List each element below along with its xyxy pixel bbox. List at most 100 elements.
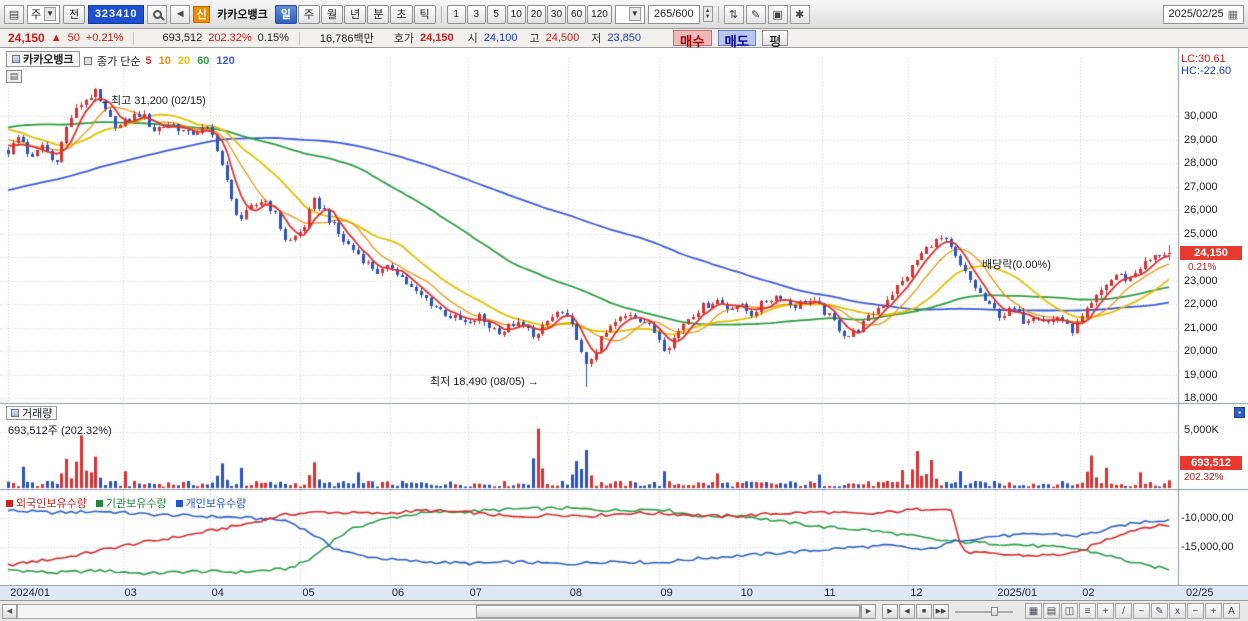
- interval-button-10[interactable]: 10: [506, 4, 526, 24]
- speaker-icon[interactable]: ◄: [170, 4, 191, 24]
- compare-tool-icon[interactable]: ◫: [1061, 603, 1078, 619]
- settings-icon[interactable]: ✱: [789, 4, 810, 24]
- layout-tool-icon[interactable]: ▤: [1043, 603, 1060, 619]
- zoom-slider-handle[interactable]: [991, 606, 998, 616]
- period-tab-초[interactable]: 초: [390, 4, 413, 24]
- chart-type-select[interactable]: ▼: [614, 4, 645, 24]
- save-icon[interactable]: ▣: [767, 4, 788, 24]
- time-axis-label: 2024/01: [10, 587, 50, 599]
- low-label: 저: [591, 33, 602, 45]
- price-axis-label: 25,000: [1184, 227, 1218, 240]
- end-button[interactable]: ▶▶: [933, 603, 949, 619]
- pane-settings-icon[interactable]: ▤: [6, 70, 22, 83]
- chart-stock-tab[interactable]: 카카오뱅크: [6, 51, 80, 67]
- period-tab-월[interactable]: 월: [321, 4, 344, 24]
- zoom-out-icon[interactable]: −: [1187, 603, 1204, 619]
- ex-dividend-annotation: 배당락(0.00%): [982, 259, 1051, 271]
- compare-icon[interactable]: ⇅: [723, 4, 744, 24]
- divider: [717, 5, 719, 23]
- scrollbar-thumb[interactable]: [476, 604, 860, 618]
- scroll-right-icon[interactable]: ▶: [861, 603, 876, 619]
- price-axis-label: 27,000: [1184, 180, 1218, 193]
- time-axis-label: 11: [824, 587, 836, 599]
- sell-button[interactable]: 매도: [717, 30, 757, 49]
- auto-scale-icon[interactable]: A: [1223, 603, 1240, 619]
- zoom-slider[interactable]: [955, 604, 1013, 619]
- period-tab-분[interactable]: 분: [367, 4, 390, 24]
- time-axis-label: 2025/01: [997, 587, 1038, 599]
- divider: [440, 5, 442, 23]
- ownership-axis-top: -10,000,00: [1181, 512, 1234, 524]
- date-field[interactable]: 2025/02/25 ▦: [1162, 4, 1244, 24]
- search-icon[interactable]: [147, 4, 168, 24]
- zoom-in-icon[interactable]: +: [1205, 603, 1222, 619]
- volume-pane-title: 거래량: [6, 406, 58, 420]
- interval-button-120[interactable]: 120: [587, 4, 612, 24]
- period-tab-년[interactable]: 년: [344, 4, 367, 24]
- pane-expand-icon[interactable]: ▪: [1234, 407, 1245, 418]
- period-select[interactable]: 주 ▼: [27, 4, 61, 24]
- volume-title-text: 거래량: [22, 408, 53, 420]
- tool-icon-group: ⇅ ✎ ▣ ✱: [723, 4, 810, 24]
- highest-price-annotation: ←최고 31,200 (02/15): [100, 95, 206, 107]
- interval-button-group: 1 3 5 10 20 30 60 120: [446, 4, 612, 24]
- erase-tool-icon[interactable]: x: [1169, 603, 1186, 619]
- chart-stock-name: 카카오뱅크: [23, 54, 74, 66]
- price-axis-label: 21,000: [1184, 321, 1218, 334]
- period-tab-주[interactable]: 주: [297, 4, 321, 24]
- trendline-tool-icon[interactable]: /: [1115, 603, 1132, 619]
- lowest-price-annotation: 최저 18,490 (08/05) →: [430, 376, 539, 388]
- interval-button-5[interactable]: 5: [486, 4, 506, 24]
- ma-period-20: 20: [177, 55, 191, 67]
- volume-axis-label: 5,000K: [1184, 424, 1219, 436]
- scrollbar-track[interactable]: [17, 603, 861, 619]
- chart-style-icon[interactable]: ▤: [4, 4, 24, 24]
- draw-tool-icon[interactable]: ✎: [1151, 603, 1168, 619]
- interval-button-20[interactable]: 20: [526, 4, 546, 24]
- legend-color-icon: [6, 499, 13, 507]
- change-arrow-icon: ▲: [50, 32, 62, 44]
- play-button[interactable]: ▶: [882, 603, 898, 619]
- scroll-left-icon[interactable]: ◀: [2, 603, 17, 619]
- period-tab-틱[interactable]: 틱: [413, 4, 436, 24]
- curve-tool-icon[interactable]: ~: [1133, 603, 1150, 619]
- interval-button-60[interactable]: 60: [567, 4, 587, 24]
- quote-bar: 24,150 ▲ 50 +0.21% 693,512 202.32% 0.15%…: [0, 29, 1248, 49]
- stop-button[interactable]: ■: [916, 603, 932, 619]
- avg-button[interactable]: 평: [762, 30, 789, 49]
- stock-code-input[interactable]: 323410: [88, 4, 145, 24]
- price-axis-label: 18,000: [1184, 392, 1218, 404]
- crosshair-tool-icon[interactable]: +: [1097, 603, 1114, 619]
- price-axis: 30,000 29,000 28,000 27,000 26,000 25,000 23,0…: [1180, 48, 1248, 404]
- open-label: 시: [467, 33, 478, 45]
- divider: [298, 31, 300, 45]
- legend-checkbox-icon[interactable]: [84, 57, 92, 65]
- ma-period-labels: 5 10 20 60 120: [146, 55, 235, 67]
- buy-button[interactable]: 매수: [673, 30, 712, 49]
- draw-icon[interactable]: ✎: [745, 4, 766, 24]
- low-price: 23,850: [607, 32, 642, 44]
- interval-button-30[interactable]: 30: [546, 4, 567, 24]
- interval-button-3[interactable]: 3: [466, 4, 486, 24]
- ownership-legend: 외국인보유수량 기관보유수량 개인보유수량: [6, 495, 246, 511]
- indicator-tool-icon[interactable]: ≡: [1079, 603, 1096, 619]
- interval-button-1[interactable]: 1: [446, 4, 466, 24]
- ownership-legend-label: 외국인보유수량: [16, 498, 87, 510]
- stock-tab-icon: [12, 55, 20, 63]
- chart-area: 카카오뱅크 ▤ 종가 단순 5 10 20 60 120 LC:30.61 HC:-22…: [0, 48, 1248, 600]
- bar-count-field[interactable]: 265/600: [647, 4, 700, 24]
- prev-stock-button[interactable]: 전: [63, 4, 86, 24]
- bar-count-spinner[interactable]: ▲ ▼: [702, 6, 713, 22]
- time-axis-label: 09: [660, 587, 673, 599]
- back-button[interactable]: ◀: [899, 603, 915, 619]
- grid-tool-icon[interactable]: ▦: [1025, 603, 1042, 619]
- price-axis-label: 22,000: [1184, 298, 1218, 310]
- calendar-icon: ▦: [1227, 8, 1238, 21]
- chart-canvas[interactable]: [0, 48, 1248, 600]
- price-axis-label: 28,000: [1184, 157, 1218, 169]
- chart-scrollbar[interactable]: ◀ ▶: [2, 603, 876, 619]
- legend-title: 종가 단순: [97, 56, 141, 68]
- period-tab-일[interactable]: 일: [274, 4, 297, 24]
- current-price: 24,150: [8, 31, 45, 45]
- ownership-legend-label: 개인보유수량: [185, 498, 247, 510]
